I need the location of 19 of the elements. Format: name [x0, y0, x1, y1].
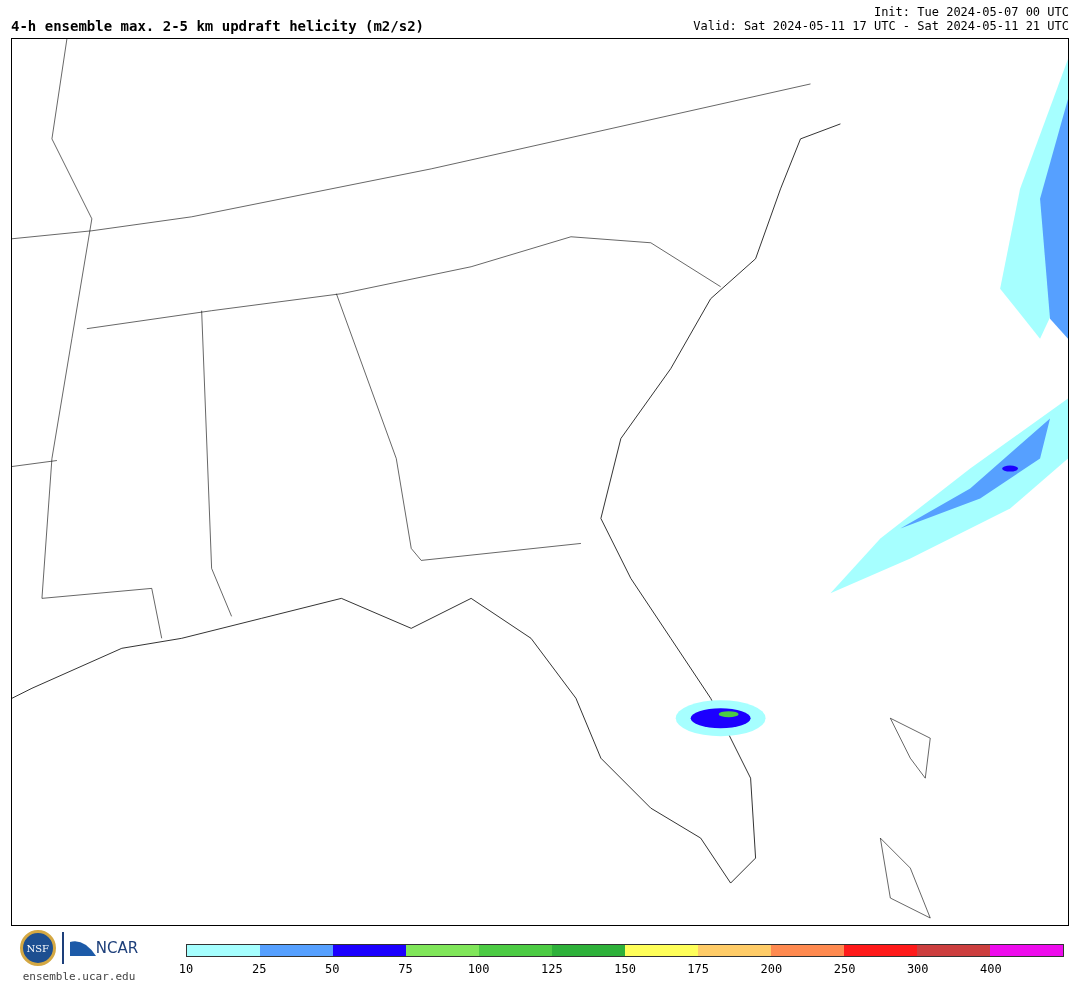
init-time: Init: Tue 2024-05-07 00 UTC	[873, 5, 1069, 19]
tick-label: 50	[325, 963, 340, 975]
chart-title: 4-h ensemble max. 2-5 km updraft helicity (m2/s2)	[11, 19, 424, 33]
tick-label: 150	[614, 963, 636, 975]
tick-label: 200	[760, 963, 783, 975]
tick-label: 175	[687, 963, 710, 975]
tick-label: 400	[980, 963, 1002, 975]
tick-label: 10	[178, 963, 194, 975]
nsf-logo: NSF	[19, 930, 56, 966]
site-url: ensemble.ucar.edu	[22, 969, 136, 985]
tick-label: 100	[467, 963, 490, 975]
tick-label: 125	[541, 963, 563, 975]
ncar-logo: NCAR	[95, 937, 139, 959]
tick-label: 75	[398, 963, 413, 975]
swoosh-icon	[69, 938, 96, 958]
tick-label: 300	[906, 963, 929, 975]
tick-label: 250	[833, 963, 856, 975]
valid-time: Valid: Sat 2024-05-11 17 UTC - Sat 2024-05-11 21 UTC	[693, 19, 1069, 33]
tick-label: 25	[251, 963, 267, 975]
